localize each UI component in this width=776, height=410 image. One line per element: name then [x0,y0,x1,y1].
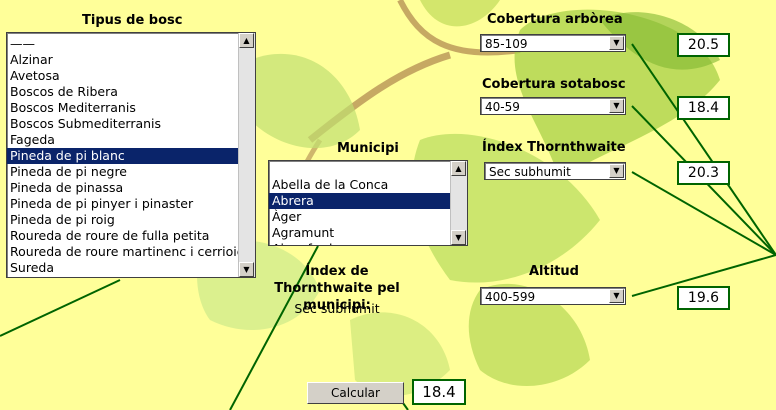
index-thornthwaite-result: 20.3 [677,161,730,185]
tipus-bosc-option[interactable]: Roureda de roure de fulla petita [7,228,238,244]
scroll-up-icon[interactable]: ▲ [451,161,466,176]
municipi-scrollbar[interactable]: ▲ ▼ [450,161,467,245]
tipus-bosc-option[interactable]: Pineda de pinassa [7,180,238,196]
municipi-option[interactable]: Abrera [269,193,450,209]
cobertura-arborea-label: Cobertura arbòrea [487,12,623,27]
index-thornthwaite-select[interactable]: Sec subhumit ▼ [484,162,626,180]
tipus-bosc-scrollbar[interactable]: ▲ ▼ [238,33,255,277]
cobertura-sotabosc-label: Cobertura sotabosc [482,77,626,92]
tipus-bosc-option[interactable]: Pineda de pi negre [7,164,238,180]
chevron-down-icon[interactable]: ▼ [609,36,624,50]
tipus-bosc-option[interactable]: Boscos de Ribera [7,84,238,100]
calcular-button[interactable]: Calcular [307,382,404,404]
cobertura-arborea-value: 85-109 [485,37,528,51]
tipus-bosc-option[interactable]: Sureda [7,260,238,276]
altitud-result: 19.6 [677,286,730,310]
chevron-down-icon[interactable]: ▼ [609,99,624,113]
index-thornthwaite-label: Índex Thornthwaite [482,140,626,155]
tipus-bosc-option[interactable]: Avetosa [7,68,238,84]
altitud-value: 400-599 [485,290,536,304]
tipus-bosc-option[interactable]: Alzinar [7,52,238,68]
tipus-bosc-option[interactable]: Pineda de pi roig [7,212,238,228]
tipus-bosc-option[interactable]: Pineda de pi blanc [7,148,238,164]
municipi-listbox[interactable]: Abella de la ConcaAbreraÀgerAgramuntAigu… [268,160,468,246]
tipus-bosc-option[interactable]: —— [7,36,238,52]
altitud-select[interactable]: 400-599 ▼ [480,287,626,305]
altitud-label: Altitud [529,264,579,279]
index-thornthwaite-value: Sec subhumit [489,165,571,179]
municipi-option[interactable]: Agramunt [269,225,450,241]
tipus-bosc-option[interactable]: Pineda de pi pinyer i pinaster [7,196,238,212]
scroll-down-icon[interactable]: ▼ [239,262,254,277]
cobertura-sotabosc-select[interactable]: 40-59 ▼ [480,97,626,115]
calcular-result: 18.4 [412,379,466,405]
tipus-bosc-option[interactable]: Fageda [7,132,238,148]
tipus-bosc-label: Tipus de bosc [82,13,183,28]
cobertura-sotabosc-result: 18.4 [677,96,730,120]
tipus-bosc-listbox[interactable]: —— Alzinar Avetosa Boscos de Ribera Boscos M… [6,32,256,278]
tipus-bosc-option[interactable]: Boscos Submediterranis [7,116,238,132]
cobertura-arborea-select[interactable]: 85-109 ▼ [480,34,626,52]
municipi-option[interactable]: Abella de la Conca [269,177,450,193]
tipus-bosc-option[interactable]: Boscos Mediterranis [7,100,238,116]
cobertura-arborea-result: 20.5 [677,33,730,57]
scroll-down-icon[interactable]: ▼ [451,230,466,245]
chevron-down-icon[interactable]: ▼ [609,289,624,303]
chevron-down-icon[interactable]: ▼ [609,164,624,178]
municipi-option[interactable]: Àger [269,209,450,225]
cobertura-sotabosc-value: 40-59 [485,100,520,114]
scroll-up-icon[interactable]: ▲ [239,33,254,48]
municipi-label: Municipi [337,141,399,156]
index-municipi-value: Sec subhumit [294,301,380,316]
tipus-bosc-option[interactable]: Roureda de roure martinenc i cerrioide [7,244,238,260]
municipi-option[interactable]: Aiguafreda [269,241,450,245]
